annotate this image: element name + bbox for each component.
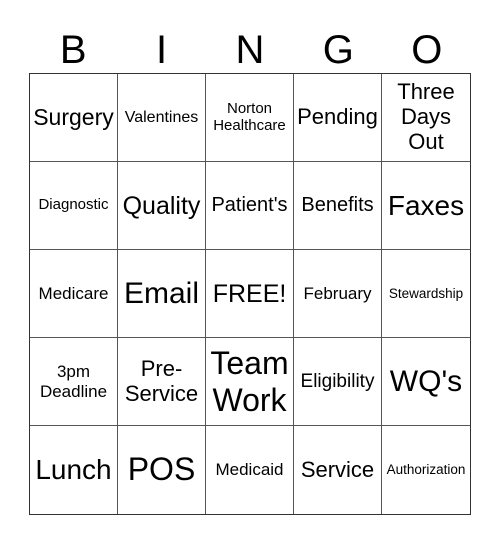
header-letter-g: G bbox=[322, 28, 354, 72]
bingo-cell[interactable]: Surgery bbox=[30, 74, 118, 162]
header-letter-n: N bbox=[235, 28, 265, 72]
bingo-cell[interactable]: Valentines bbox=[118, 74, 206, 162]
bingo-cell[interactable]: Quality bbox=[118, 162, 206, 250]
bingo-cell[interactable]: Eligibility bbox=[294, 338, 382, 426]
bingo-header: B I N G O bbox=[29, 28, 471, 72]
bingo-cell[interactable]: Pending bbox=[294, 74, 382, 162]
bingo-cell[interactable]: Diagnostic bbox=[30, 162, 118, 250]
header-letter-o: O bbox=[411, 28, 443, 72]
bingo-cell[interactable]: Norton Healthcare bbox=[206, 74, 294, 162]
bingo-cell[interactable]: Lunch bbox=[30, 426, 118, 514]
header-letter-i: I bbox=[156, 28, 168, 72]
bingo-cell[interactable]: February bbox=[294, 250, 382, 338]
bingo-cell[interactable]: Authorization bbox=[382, 426, 470, 514]
bingo-cell[interactable]: Medicare bbox=[30, 250, 118, 338]
bingo-cell[interactable]: POS bbox=[118, 426, 206, 514]
bingo-cell[interactable]: Patient's bbox=[206, 162, 294, 250]
bingo-cell[interactable]: Pre-Service bbox=[118, 338, 206, 426]
bingo-cell[interactable]: Benefits bbox=[294, 162, 382, 250]
header-letter-b: B bbox=[59, 28, 87, 72]
bingo-cell[interactable]: WQ's bbox=[382, 338, 470, 426]
bingo-cell[interactable]: Medicaid bbox=[206, 426, 294, 514]
bingo-cell[interactable]: Faxes bbox=[382, 162, 470, 250]
bingo-card-grid: Surgery Valentines Norton Healthcare Pen… bbox=[29, 73, 471, 515]
bingo-cell[interactable]: Email bbox=[118, 250, 206, 338]
bingo-cell[interactable]: Service bbox=[294, 426, 382, 514]
bingo-cell[interactable]: Team Work bbox=[206, 338, 294, 426]
free-space-cell[interactable]: FREE! bbox=[206, 250, 294, 338]
bingo-cell[interactable]: Stewardship bbox=[382, 250, 470, 338]
bingo-cell[interactable]: 3pm Deadline bbox=[30, 338, 118, 426]
bingo-cell[interactable]: Three Days Out bbox=[382, 74, 470, 162]
